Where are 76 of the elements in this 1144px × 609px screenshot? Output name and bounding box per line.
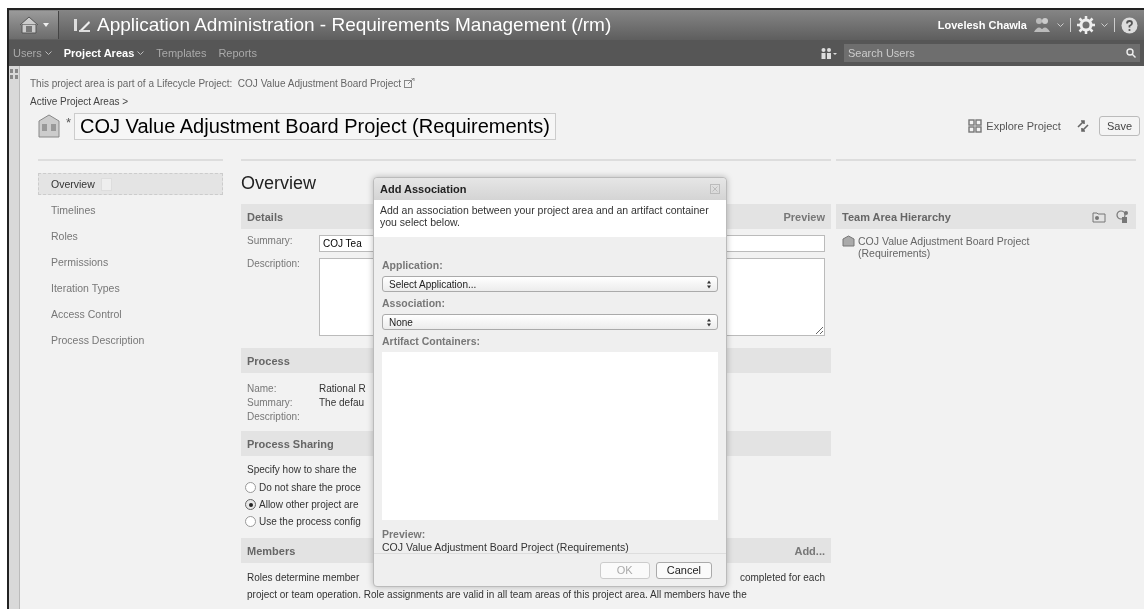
sidebar-item[interactable]: Iteration Types [38, 277, 223, 299]
radio-button[interactable] [245, 482, 256, 493]
sharing-prompt: Specify how to share the [246, 463, 358, 477]
settings-icon[interactable] [1077, 16, 1095, 34]
field-label: Application: [382, 259, 444, 272]
sidebar-item[interactable]: Process Description [38, 329, 223, 351]
nav-tab[interactable]: Users [9, 47, 60, 59]
radio-button[interactable] [245, 499, 256, 510]
caret-icon [43, 23, 49, 27]
association-select[interactable]: None [382, 314, 718, 330]
field-value: The defau [319, 397, 365, 410]
sidebar-item[interactable]: Overview [38, 173, 223, 195]
caret-icon[interactable] [44, 51, 52, 55]
field-value: Rational R [319, 383, 366, 396]
section-title: Process [247, 354, 290, 367]
building-icon [842, 235, 855, 247]
section-title: Details [247, 210, 284, 223]
search-icon[interactable] [1126, 48, 1136, 58]
save-button[interactable]: Save [1098, 116, 1140, 136]
lifecycle-notice: This project area is part of a Lifecycle Project: COJ Value Adjustment Board Project [30, 77, 402, 89]
field-label: Artifact Containers: [382, 335, 481, 348]
preview-link[interactable]: Preview [783, 210, 825, 223]
dialog-title: Add Association [380, 183, 467, 195]
nav-tab[interactable]: Project Areas [59, 47, 153, 59]
preview-text: COJ Value Adjustment Board Project (Requirements) [382, 541, 630, 553]
window-title: Application Administration - Requirements Management (/rm) [97, 14, 612, 36]
radio-label: Use the process config [259, 516, 361, 527]
grid-icon[interactable] [10, 69, 18, 79]
section-title: Process Sharing [247, 437, 334, 450]
required-mark: * [66, 115, 72, 130]
sidebar-item[interactable]: Permissions [38, 251, 223, 273]
dialog-description: Add an association between your project area and an artifact container you select below. [374, 200, 726, 237]
nav-tab[interactable]: Templates [152, 47, 215, 59]
cancel-button[interactable]: Cancel [655, 561, 712, 579]
tree-item[interactable]: COJ Value Adjustment Board Project (Requirements) [858, 235, 1068, 259]
explore-project-link[interactable]: Explore Project [986, 120, 1061, 132]
project-name-field[interactable]: COJ Value Adjustment Board Project (Requirements) [74, 112, 557, 140]
field-label: Summary: [247, 235, 294, 246]
application-select[interactable]: Select Application... [382, 276, 718, 292]
caret-icon[interactable] [137, 51, 145, 55]
section-heading: Overview [241, 173, 316, 195]
radio-label: Allow other project are [259, 499, 359, 510]
external-link-icon[interactable] [404, 78, 416, 88]
home-button[interactable] [9, 11, 59, 39]
updown-arrows-icon [707, 279, 711, 289]
caret-icon[interactable] [1101, 23, 1108, 27]
sidebar-item[interactable]: Access Control [38, 303, 223, 325]
sidebar-item[interactable]: Roles [38, 225, 223, 247]
user-name[interactable]: Lovelesh Chawla [937, 19, 1027, 31]
members-text: Roles determine member [247, 572, 360, 583]
members-text: project or team operation. Role assignments are valid in all team areas of this project area. All members have the [246, 589, 748, 600]
team-folder-icon[interactable] [1092, 210, 1106, 223]
team-add-icon[interactable] [1116, 210, 1130, 223]
explore-icon[interactable] [968, 119, 983, 133]
people-icon[interactable] [1033, 17, 1051, 33]
field-label: Description: [247, 411, 301, 424]
field-label: Description: [247, 258, 301, 269]
nav-tab[interactable]: Reports [214, 47, 265, 59]
house-icon [18, 15, 40, 35]
section-title: Team Area Hierarchy [842, 210, 951, 223]
field-label: Name: [247, 383, 278, 396]
caret-icon[interactable] [1057, 23, 1064, 27]
sidebar-item[interactable]: Timelines [38, 199, 223, 221]
section-title: Members [247, 544, 296, 557]
radio-button[interactable] [245, 516, 256, 527]
field-label: Association: [382, 297, 446, 310]
user-type-icon[interactable] [820, 47, 838, 59]
admin-tools-icon [73, 17, 91, 33]
breadcrumb-link[interactable]: Active Project Areas > [30, 96, 1144, 107]
add-member-link[interactable]: Add... [794, 544, 825, 557]
field-label: Preview: [382, 528, 427, 541]
building-icon [38, 113, 60, 139]
updown-arrows-icon [707, 317, 711, 327]
members-text: completed for each [739, 572, 825, 583]
radio-label: Do not share the proce [259, 482, 361, 493]
field-label: Summary: [247, 397, 294, 410]
